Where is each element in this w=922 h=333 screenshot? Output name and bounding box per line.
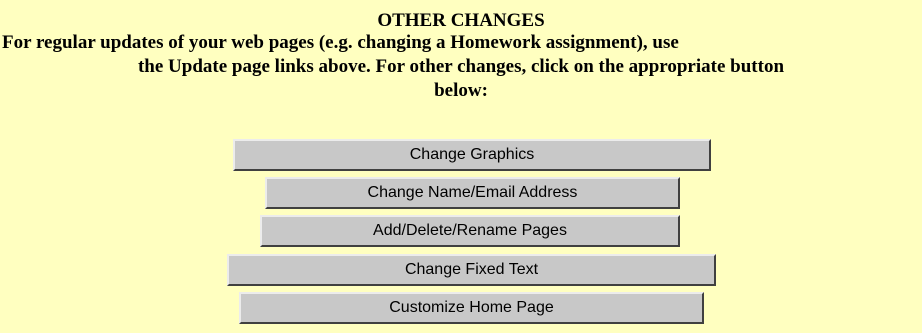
section-title: OTHER CHANGES [377, 10, 545, 31]
customize-home-page-button[interactable]: Customize Home Page [239, 292, 704, 324]
intro-line-1: For regular updates of your web pages (e… [2, 32, 679, 53]
add-delete-rename-pages-button[interactable]: Add/Delete/Rename Pages [260, 215, 680, 247]
other-changes-panel: OTHER CHANGES For regular updates of you… [0, 0, 922, 333]
intro-line-2: the Update page links above. For other c… [137, 56, 785, 77]
change-name-email-button[interactable]: Change Name/Email Address [265, 177, 680, 209]
intro-line-3: below: [434, 80, 488, 101]
change-fixed-text-button[interactable]: Change Fixed Text [227, 254, 716, 286]
change-graphics-button[interactable]: Change Graphics [233, 139, 711, 171]
